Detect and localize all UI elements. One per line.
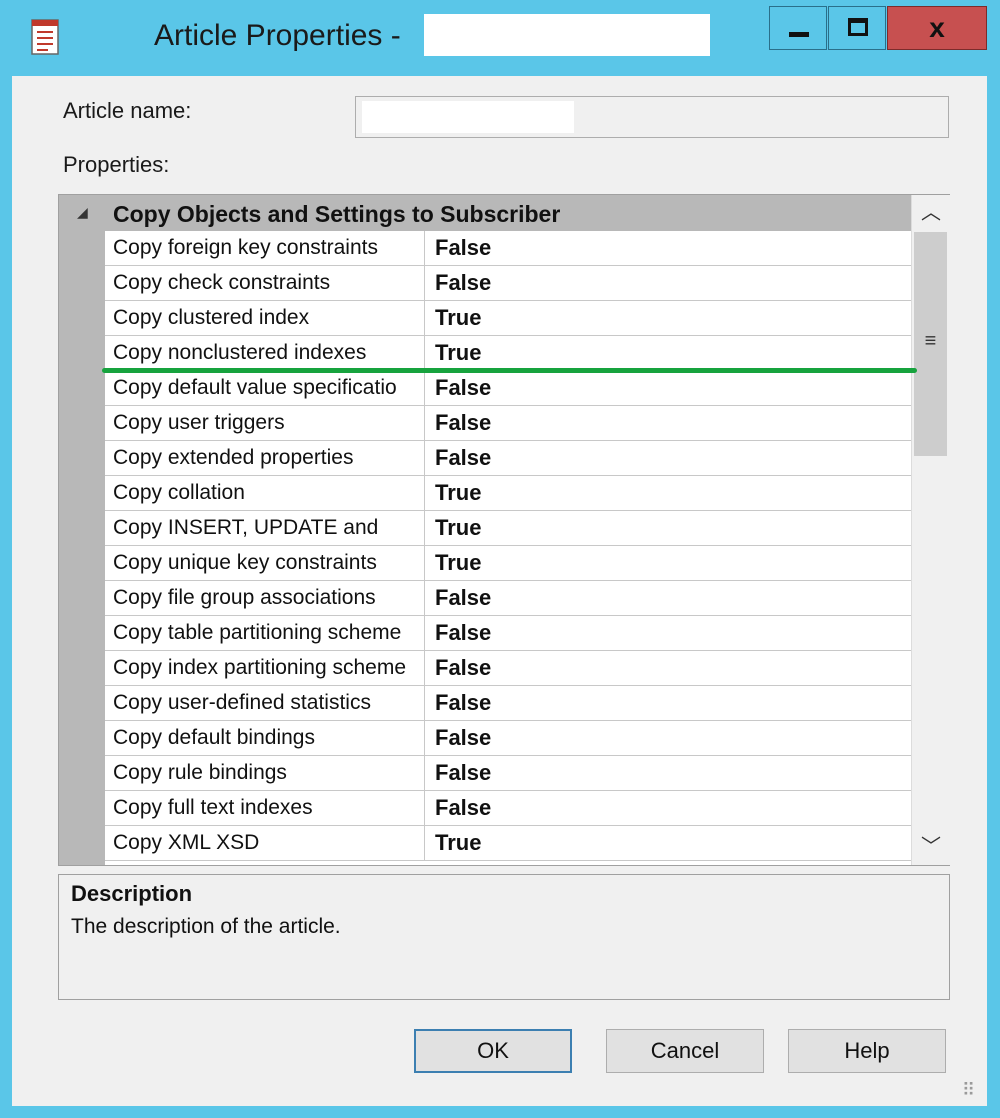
property-value[interactable]: True xyxy=(426,476,915,510)
property-name: Copy full text indexes xyxy=(105,791,425,825)
property-row[interactable]: Copy default bindings False xyxy=(105,721,911,756)
scroll-up-arrow-icon[interactable]: ︿ xyxy=(912,195,950,231)
property-value[interactable]: False xyxy=(426,686,915,720)
property-value[interactable]: True xyxy=(426,826,915,860)
property-rows: Copy foreign key constraints False Copy ch… xyxy=(105,231,911,861)
property-name: Copy collation xyxy=(105,476,425,510)
property-name: Copy user triggers xyxy=(105,406,425,440)
property-row[interactable]: Copy full text indexes False xyxy=(105,791,911,826)
property-name: Copy file group associations xyxy=(105,581,425,615)
property-value[interactable]: True xyxy=(426,301,915,335)
document-icon xyxy=(31,19,59,55)
grid-gutter xyxy=(59,195,105,865)
vertical-scrollbar[interactable]: ︿ ≡ ﹀ xyxy=(911,195,950,865)
grip-icon: ≡ xyxy=(924,330,937,352)
description-title: Description xyxy=(71,881,193,906)
scroll-down-arrow-icon[interactable]: ﹀ xyxy=(912,829,950,865)
title-bar[interactable]: Article Properties - x xyxy=(0,0,1000,76)
property-value[interactable]: False xyxy=(426,406,915,440)
property-row[interactable]: Copy rule bindings False xyxy=(105,756,911,791)
article-name-value xyxy=(362,101,574,133)
cancel-button[interactable]: Cancel xyxy=(606,1029,764,1073)
annotation-highlight-line xyxy=(102,368,917,373)
property-row[interactable]: Copy nonclustered indexes True xyxy=(105,336,911,371)
property-name: Copy unique key constraints xyxy=(105,546,425,580)
scrollbar-thumb[interactable]: ≡ xyxy=(914,232,947,456)
properties-label: Properties: xyxy=(63,152,170,177)
close-icon: x xyxy=(929,12,945,43)
property-name: Copy check constraints xyxy=(105,266,425,300)
property-row[interactable]: Copy XML XSD True xyxy=(105,826,911,861)
resize-grip-icon[interactable]: ⠿ xyxy=(962,1080,975,1101)
property-value[interactable]: True xyxy=(426,511,915,545)
property-row[interactable]: Copy file group associations False xyxy=(105,581,911,616)
property-row[interactable]: Copy check constraints False xyxy=(105,266,911,301)
description-panel: Description The description of the artic… xyxy=(58,874,950,1000)
property-value[interactable]: False xyxy=(426,371,915,405)
property-name: Copy default bindings xyxy=(105,721,425,755)
minimize-icon xyxy=(789,32,809,37)
help-button[interactable]: Help xyxy=(788,1029,946,1073)
property-value[interactable]: False xyxy=(426,756,915,790)
property-value[interactable]: False xyxy=(426,721,915,755)
property-row[interactable]: Copy index partitioning scheme False xyxy=(105,651,911,686)
property-row[interactable]: Copy unique key constraints True xyxy=(105,546,911,581)
article-name-field[interactable] xyxy=(355,96,949,138)
property-row[interactable]: Copy default value specificatio False xyxy=(105,371,911,406)
property-value[interactable]: False xyxy=(426,791,915,825)
maximize-icon xyxy=(848,18,868,36)
property-grid[interactable]: ◢ Copy Objects and Settings to Subscribe… xyxy=(58,194,950,866)
close-button[interactable]: x xyxy=(887,6,987,50)
property-value[interactable]: False xyxy=(426,651,915,685)
ok-button[interactable]: OK xyxy=(414,1029,572,1073)
title-redacted-region xyxy=(424,14,710,56)
property-value[interactable]: False xyxy=(426,266,915,300)
property-row[interactable]: Copy collation True xyxy=(105,476,911,511)
property-value[interactable]: True xyxy=(426,336,915,370)
dialog-window: Article Properties - x Article name: Pro… xyxy=(0,0,1000,1118)
property-row[interactable]: Copy user-defined statistics False xyxy=(105,686,911,721)
property-value[interactable]: False xyxy=(426,616,915,650)
property-name: Copy foreign key constraints xyxy=(105,231,425,265)
property-name: Copy clustered index xyxy=(105,301,425,335)
property-name: Copy table partitioning scheme xyxy=(105,616,425,650)
property-name: Copy XML XSD xyxy=(105,826,425,860)
property-value[interactable]: False xyxy=(426,581,915,615)
property-value[interactable]: False xyxy=(426,441,915,475)
property-row[interactable]: Copy clustered index True xyxy=(105,301,911,336)
description-text: The description of the article. xyxy=(71,915,341,938)
property-name: Copy user-defined statistics xyxy=(105,686,425,720)
property-name: Copy rule bindings xyxy=(105,756,425,790)
property-row[interactable]: Copy foreign key constraints False xyxy=(105,231,911,266)
collapse-triangle-icon[interactable]: ◢ xyxy=(77,204,88,221)
property-row[interactable]: Copy INSERT, UPDATE and True xyxy=(105,511,911,546)
category-label: Copy Objects and Settings to Subscriber xyxy=(113,201,561,227)
article-name-label: Article name: xyxy=(63,98,192,123)
window-title: Article Properties - xyxy=(154,19,401,52)
property-name: Copy nonclustered indexes xyxy=(105,336,425,370)
category-row[interactable]: ◢ Copy Objects and Settings to Subscribe… xyxy=(59,195,911,231)
property-name: Copy default value specificatio xyxy=(105,371,425,405)
property-row[interactable]: Copy extended properties False xyxy=(105,441,911,476)
property-row[interactable]: Copy user triggers False xyxy=(105,406,911,441)
minimize-button[interactable] xyxy=(769,6,827,50)
maximize-button[interactable] xyxy=(828,6,886,50)
property-name: Copy INSERT, UPDATE and xyxy=(105,511,425,545)
property-value[interactable]: True xyxy=(426,546,915,580)
property-name: Copy extended properties xyxy=(105,441,425,475)
property-name: Copy index partitioning scheme xyxy=(105,651,425,685)
dialog-body: Article name: Properties: ◢ Copy Objects… xyxy=(12,76,987,1106)
property-row[interactable]: Copy table partitioning scheme False xyxy=(105,616,911,651)
property-value[interactable]: False xyxy=(426,231,915,265)
